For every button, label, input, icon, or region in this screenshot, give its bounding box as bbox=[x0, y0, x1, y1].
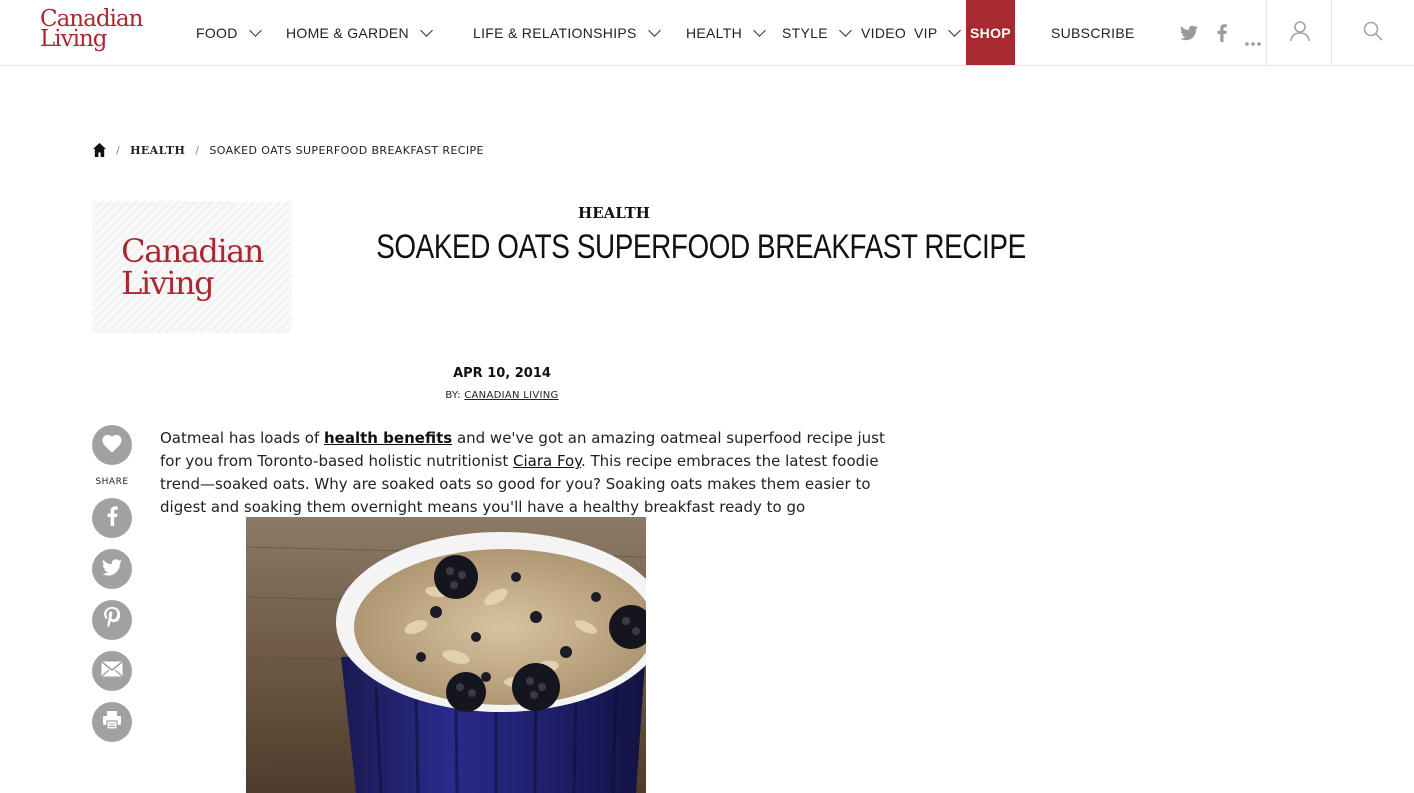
nav-item-subscribe[interactable]: SUBSCRIBE bbox=[1051, 0, 1135, 65]
nav-label: HEALTH bbox=[686, 24, 742, 41]
article-photo bbox=[246, 517, 646, 793]
byline-author-link[interactable]: CANADIAN LIVING bbox=[464, 390, 558, 401]
nav-label: VIDEO bbox=[861, 24, 907, 41]
article-title: SOAKED OATS SUPERFOOD BREAKFAST RECIPE bbox=[376, 228, 1026, 266]
health-benefits-link[interactable]: health benefits bbox=[324, 429, 452, 447]
rail-spacer bbox=[92, 589, 132, 600]
breadcrumb-category[interactable]: HEALTH bbox=[130, 144, 185, 157]
nav-item-style[interactable]: STYLE bbox=[782, 0, 852, 65]
nav-label: LIFE & RELATIONSHIPS bbox=[473, 24, 637, 41]
email-icon bbox=[101, 661, 123, 681]
share-email-button[interactable] bbox=[92, 651, 132, 691]
nav-item-shop[interactable]: SHOP bbox=[966, 0, 1015, 65]
nav-label: HOME & GARDEN bbox=[286, 24, 409, 41]
breadcrumb-separator: / bbox=[195, 143, 200, 157]
share-pinterest-button[interactable] bbox=[92, 600, 132, 640]
nav-label: SHOP bbox=[970, 24, 1011, 41]
thumbnail-logo: Canadian Living bbox=[121, 232, 264, 302]
chevron-down-icon bbox=[647, 23, 661, 37]
nav-item-video[interactable]: VIDEO bbox=[861, 0, 906, 65]
article-body: Oatmeal has loads of health benefits and… bbox=[160, 427, 905, 519]
search-icon bbox=[1363, 21, 1383, 45]
nav-item-life-relationships[interactable]: LIFE & RELATIONSHIPS bbox=[473, 0, 661, 65]
body-text-1: Oatmeal has loads of bbox=[160, 429, 324, 447]
facebook-icon bbox=[107, 506, 118, 530]
rail-spacer bbox=[92, 538, 132, 549]
share-twitter-button[interactable] bbox=[92, 549, 132, 589]
article-category[interactable]: HEALTH bbox=[324, 204, 904, 222]
print-button[interactable] bbox=[92, 702, 132, 742]
chevron-down-icon bbox=[838, 23, 852, 37]
ciara-foy-link[interactable]: Ciara Foy bbox=[513, 452, 581, 470]
chevron-down-icon bbox=[753, 23, 766, 37]
breadcrumb-current: SOAKED OATS SUPERFOOD BREAKFAST RECIPE bbox=[209, 143, 484, 157]
site-header: Canadian Living FOOD HOME & GARDEN LIFE … bbox=[0, 0, 1414, 66]
share-facebook-button[interactable] bbox=[92, 498, 132, 538]
rail-spacer bbox=[92, 640, 132, 651]
chevron-down-icon bbox=[248, 23, 262, 37]
facebook-icon[interactable] bbox=[1217, 23, 1227, 42]
article-date: APR 10, 2014 bbox=[453, 366, 551, 381]
home-icon[interactable] bbox=[93, 143, 106, 157]
nav-label: VIP bbox=[914, 24, 938, 41]
favorite-button[interactable] bbox=[92, 425, 132, 465]
nav-item-health[interactable]: HEALTH bbox=[686, 0, 766, 65]
print-icon bbox=[102, 710, 122, 734]
thumb-logo-line-2: Living bbox=[121, 264, 214, 302]
twitter-icon bbox=[102, 558, 122, 580]
nav-label: STYLE bbox=[782, 24, 828, 41]
nav-item-food[interactable]: FOOD bbox=[196, 0, 262, 65]
thumb-logo-line-1: Canadian bbox=[121, 232, 264, 270]
article-thumbnail: Canadian Living bbox=[92, 201, 292, 333]
logo-line-2: Living bbox=[40, 26, 108, 52]
nav-item-vip[interactable]: VIP bbox=[914, 0, 962, 65]
share-label: SHARE bbox=[95, 477, 129, 487]
nav-item-home-garden[interactable]: HOME & GARDEN bbox=[286, 0, 433, 65]
more-icon[interactable] bbox=[1245, 31, 1261, 46]
rail-spacer bbox=[92, 691, 132, 702]
nav-label: SUBSCRIBE bbox=[1051, 24, 1135, 41]
user-icon bbox=[1289, 20, 1311, 46]
account-button[interactable] bbox=[1266, 0, 1332, 65]
search-button[interactable] bbox=[1331, 0, 1414, 65]
twitter-icon[interactable] bbox=[1180, 25, 1198, 41]
site-logo[interactable]: Canadian Living bbox=[40, 8, 152, 52]
breadcrumb-separator: / bbox=[116, 143, 121, 157]
heart-icon bbox=[101, 433, 123, 457]
chevron-down-icon bbox=[420, 23, 433, 37]
nav-label: FOOD bbox=[196, 24, 238, 41]
social-links bbox=[1180, 0, 1261, 65]
share-rail: SHARE bbox=[92, 425, 132, 742]
pinterest-icon bbox=[104, 607, 121, 633]
breadcrumb: / HEALTH / SOAKED OATS SUPERFOOD BREAKFA… bbox=[93, 143, 484, 157]
chevron-down-icon bbox=[948, 23, 962, 37]
byline-prefix: BY: bbox=[445, 390, 461, 401]
article-byline: BY: CANADIAN LIVING bbox=[352, 390, 652, 401]
